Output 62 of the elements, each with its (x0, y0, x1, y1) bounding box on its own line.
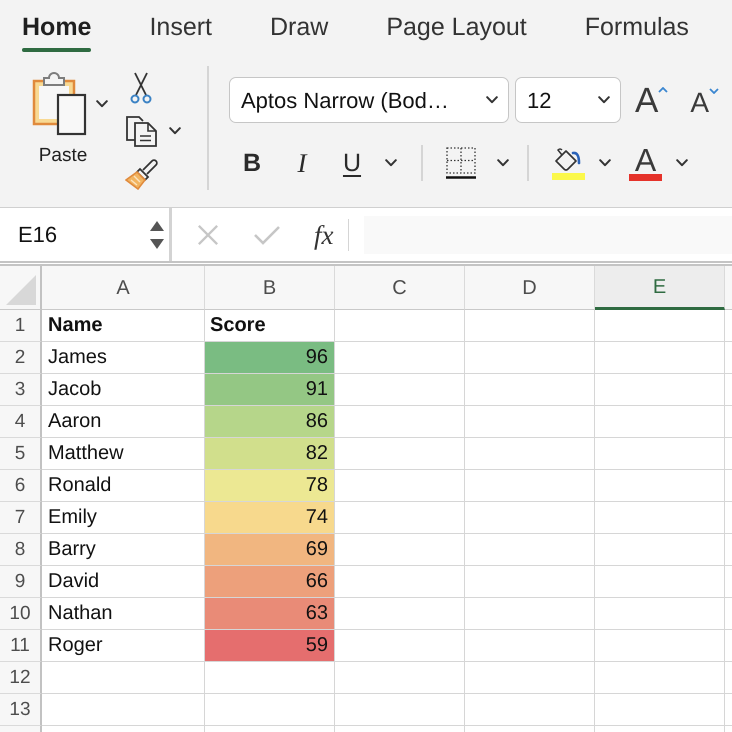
bold-button[interactable]: B (232, 145, 272, 181)
ribbon-tab[interactable]: Draw (270, 12, 328, 52)
paste-button[interactable]: Paste (30, 72, 110, 172)
copy-icon[interactable] (125, 115, 159, 147)
chevron-down-icon[interactable] (598, 96, 610, 104)
caret-down-icon (709, 88, 720, 94)
ribbon-tab[interactable]: Page Layout (386, 12, 527, 52)
row-header[interactable]: 5 (0, 438, 42, 470)
row-header[interactable]: 6 (0, 470, 42, 502)
score-cell: 82 (205, 438, 335, 470)
row-header[interactable]: 3 (0, 374, 42, 406)
score-cell: 74 (205, 502, 335, 534)
row-header[interactable]: 9 (0, 566, 42, 598)
chevron-down-icon[interactable] (486, 96, 498, 104)
font-name-dropdown[interactable]: Aptos Narrow (Bod… (229, 77, 509, 123)
score-cell: 96 (205, 342, 335, 374)
chevron-down-icon[interactable] (676, 159, 688, 167)
column-header[interactable]: E (595, 266, 725, 310)
chevron-down-icon[interactable] (599, 159, 611, 167)
row-header[interactable]: 1 (0, 310, 42, 342)
fill-color-button[interactable] (551, 146, 585, 180)
score-cell: 69 (205, 534, 335, 566)
row-header[interactable]: 8 (0, 534, 42, 566)
ribbon-tab[interactable]: Formulas (584, 12, 689, 52)
up-down-arrows-icon[interactable] (150, 218, 164, 250)
score-cell: 63 (205, 598, 335, 630)
score-cell: 91 (205, 374, 335, 406)
score-cell: 59 (205, 630, 335, 662)
ribbon-tab[interactable]: Home (22, 12, 92, 52)
paintbrush-icon[interactable] (125, 158, 159, 190)
row-header[interactable]: 13 (0, 694, 42, 726)
row-header[interactable]: 7 (0, 502, 42, 534)
check-icon[interactable] (253, 224, 281, 246)
chevron-down-icon[interactable] (96, 100, 108, 108)
column-header[interactable]: B (205, 266, 335, 310)
caret-up-icon (658, 87, 668, 93)
row-header[interactable]: 11 (0, 630, 42, 662)
score-cell: 78 (205, 470, 335, 502)
column-header[interactable]: A (42, 266, 205, 310)
column-header[interactable]: C (335, 266, 465, 310)
row-header[interactable]: 2 (0, 342, 42, 374)
clipboard-icon (32, 72, 88, 136)
underline-button[interactable]: U (332, 145, 372, 181)
row-header[interactable]: 12 (0, 662, 42, 694)
header-cell: Name (42, 310, 205, 342)
score-cell: 66 (205, 566, 335, 598)
italic-button[interactable]: I (282, 145, 322, 181)
row-header[interactable]: 4 (0, 406, 42, 438)
score-cell: 86 (205, 406, 335, 438)
insert-function-button[interactable]: fx (314, 218, 334, 250)
name-box[interactable]: E16 (0, 208, 145, 261)
row-header[interactable]: 10 (0, 598, 42, 630)
chevron-down-icon[interactable] (169, 127, 181, 135)
borders-icon[interactable] (446, 147, 476, 179)
shrink-font-button[interactable]: A (690, 80, 720, 120)
font-color-button[interactable]: A (629, 146, 662, 180)
font-size-dropdown[interactable]: 12 (515, 77, 621, 123)
chevron-down-icon[interactable] (385, 159, 397, 167)
scissors-icon[interactable] (129, 72, 153, 104)
grow-font-button[interactable]: A (635, 80, 668, 120)
chevron-down-icon[interactable] (497, 159, 509, 167)
ribbon-tab[interactable]: Insert (149, 12, 212, 52)
